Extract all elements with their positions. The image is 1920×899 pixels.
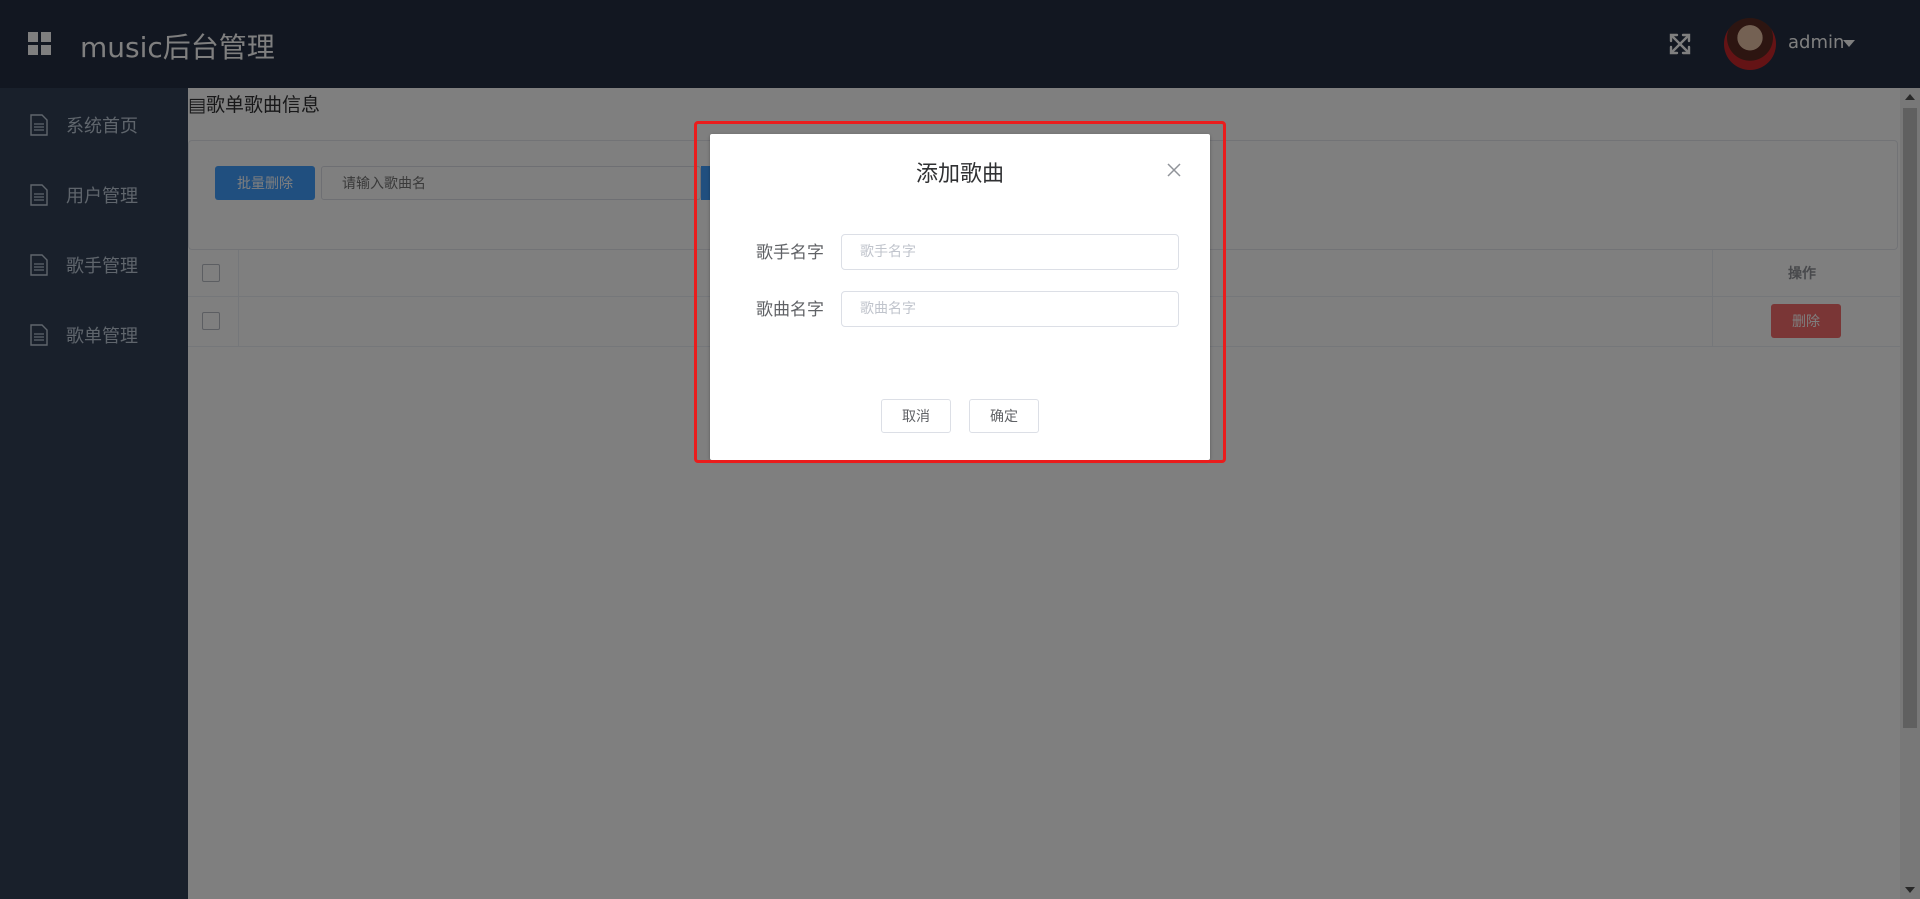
dialog-highlight-frame	[694, 121, 1226, 463]
